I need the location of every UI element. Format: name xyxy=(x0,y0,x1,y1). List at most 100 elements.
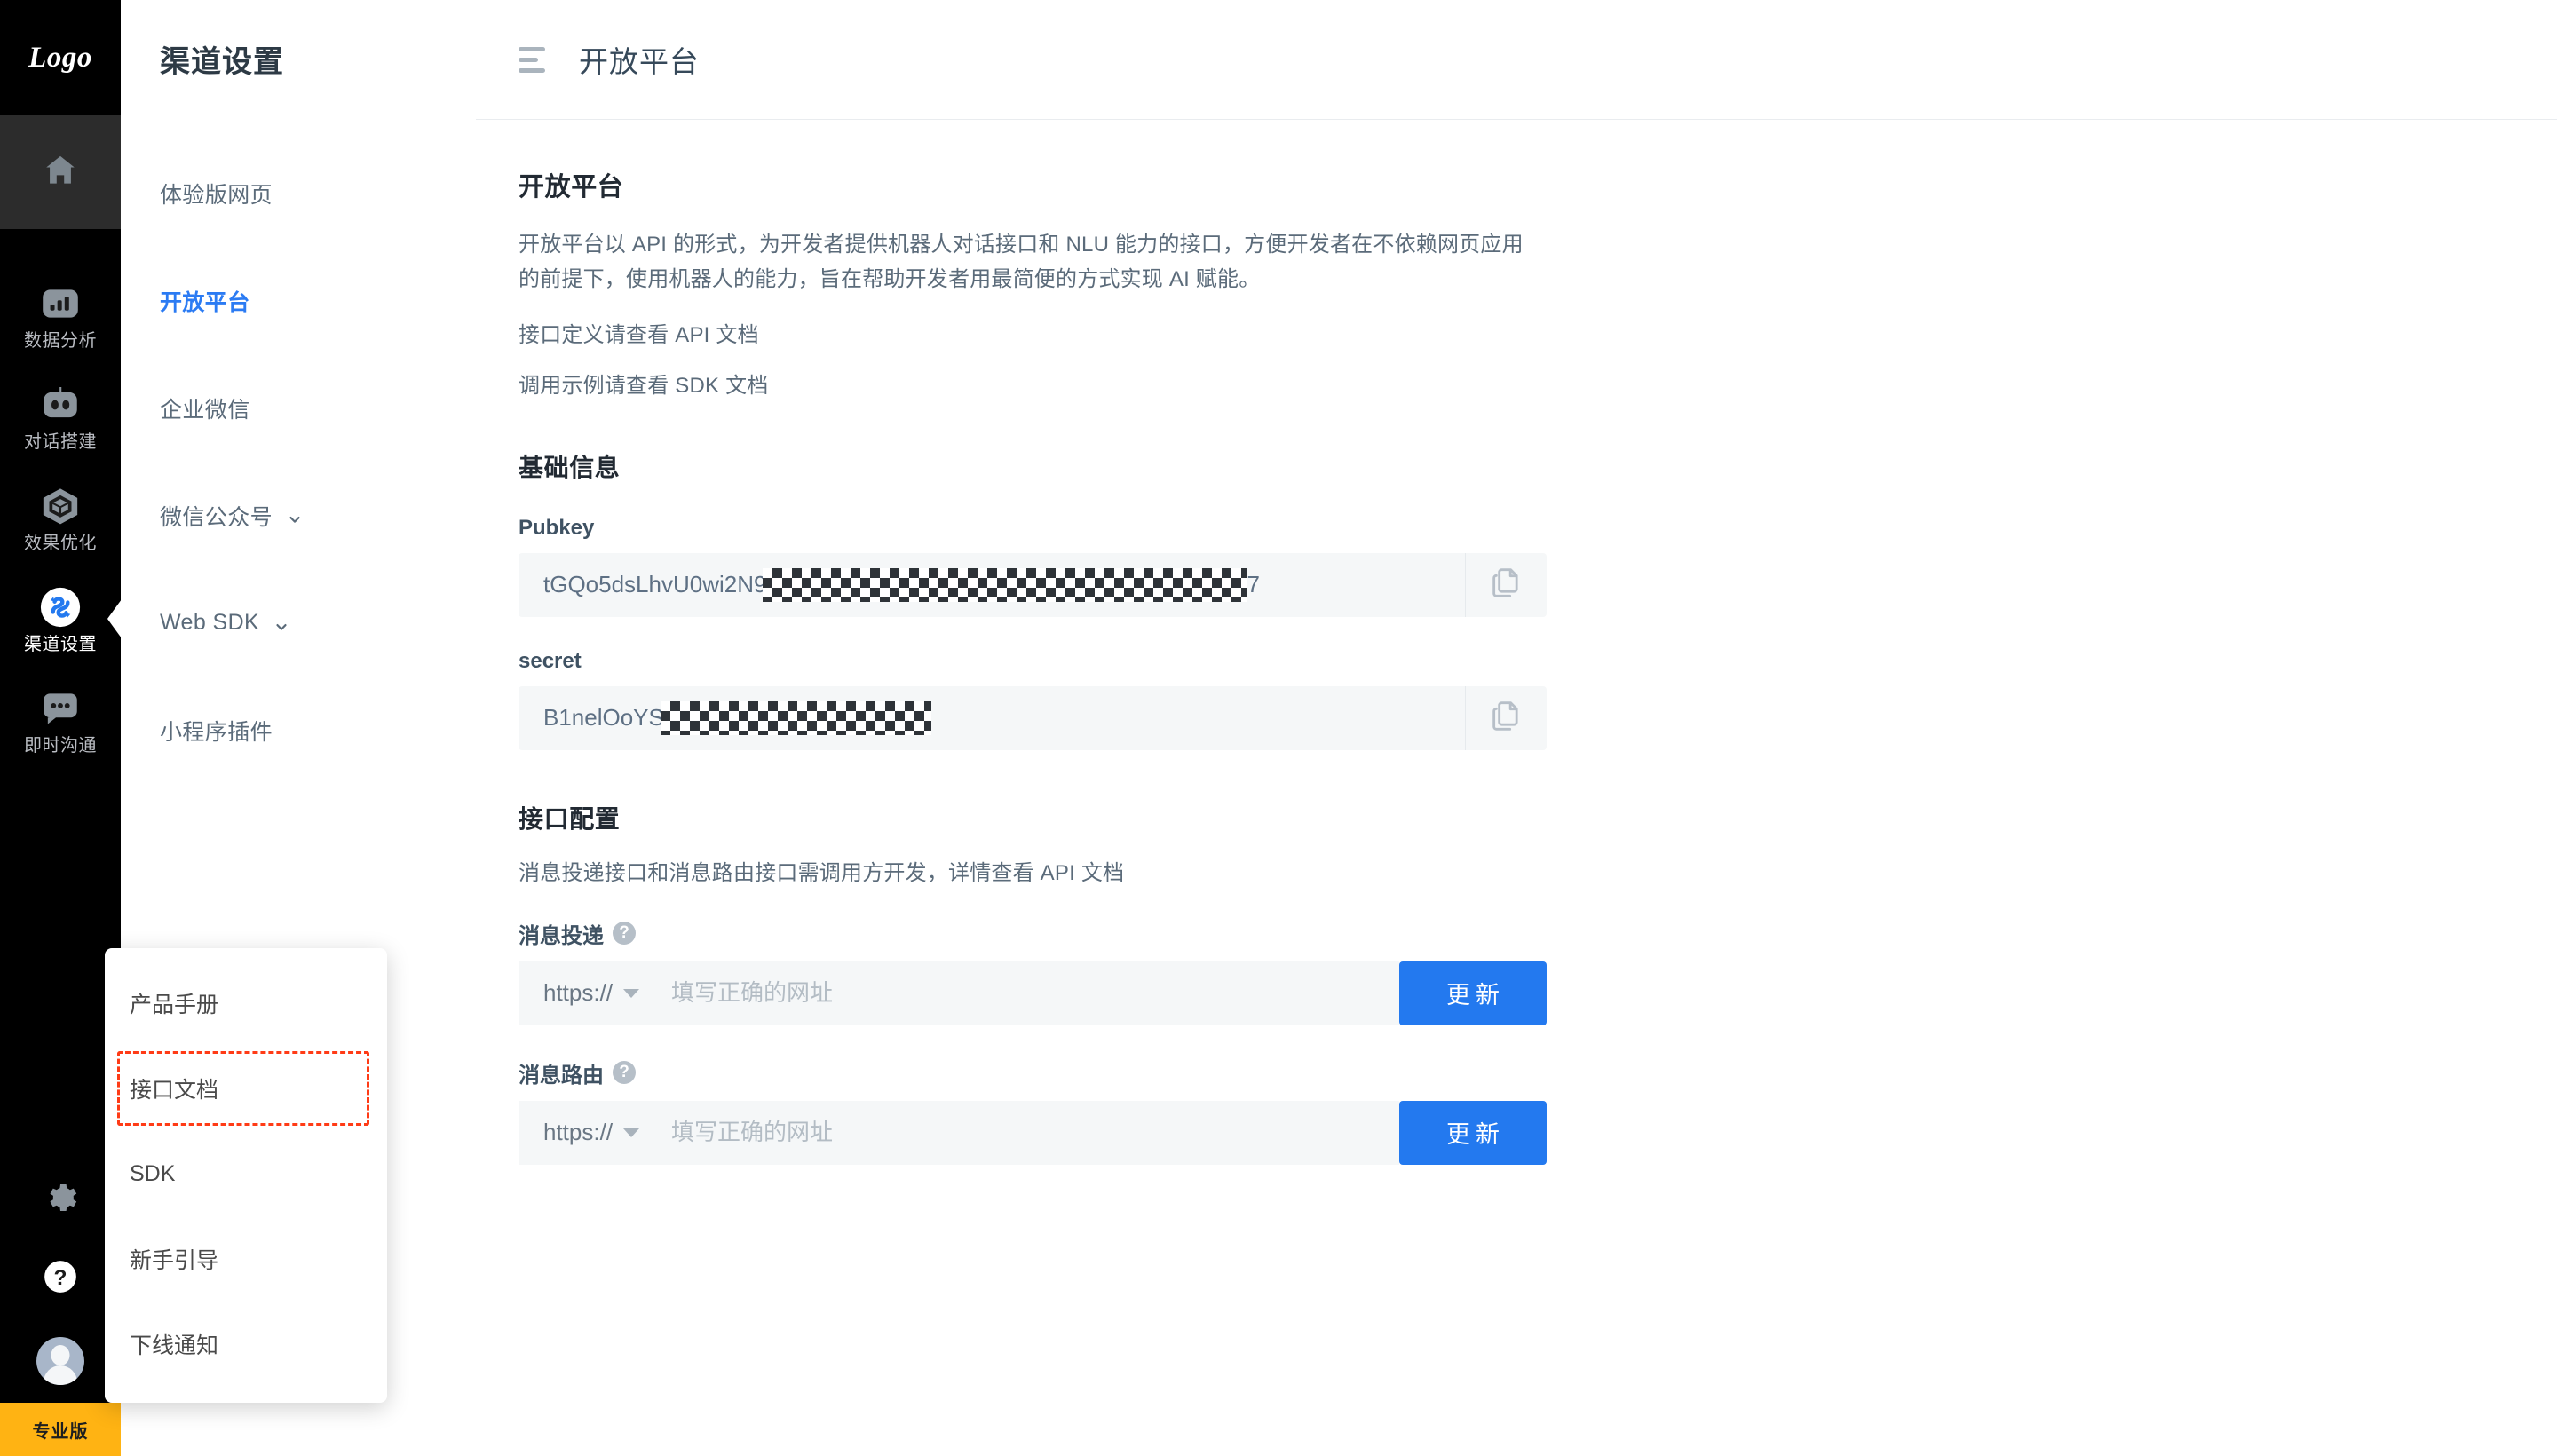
sidebar-item-label: 效果优化 xyxy=(24,533,97,553)
popup-item-beginner-guide[interactable]: 新手引导 xyxy=(105,1216,387,1302)
sidebar-item-instant-chat[interactable]: 即时沟通 xyxy=(0,669,121,771)
message-delivery-input[interactable] xyxy=(655,961,1399,1025)
main-area: 开放平台 开放平台 开放平台以 API 的形式，为开发者提供机器人对话接口和 N… xyxy=(476,0,2557,1456)
update-routing-button[interactable]: 更新 xyxy=(1399,1100,1547,1165)
message-delivery-label-text: 消息投递 xyxy=(519,923,604,948)
popup-item-label: SDK xyxy=(130,1160,176,1186)
nav-items: 数据分析 对话搭建 效果优化 渠道设置 即时沟通 xyxy=(0,229,122,771)
sdk-doc-link-line[interactable]: 调用示例请查看 SDK 文档 xyxy=(519,368,2557,399)
popup-item-label: 产品手册 xyxy=(130,993,219,1017)
sidebar-item-label: 微信公众号 xyxy=(160,504,273,530)
sidebar-item-label: Web SDK xyxy=(160,610,260,635)
top-bar: 开放平台 xyxy=(476,0,2557,120)
sidebar-item-label: 对话搭建 xyxy=(24,431,97,452)
home-icon xyxy=(41,151,80,194)
sidebar-title: 渠道设置 xyxy=(160,45,284,79)
section-heading-open-platform: 开放平台 xyxy=(519,173,624,202)
secret-label: secret xyxy=(519,649,2557,674)
message-routing-input[interactable] xyxy=(655,1100,1399,1165)
app-logo[interactable]: Logo xyxy=(0,0,121,115)
secret-value[interactable]: B1nelOoYS xyxy=(519,686,1465,750)
message-delivery-label: 消息投递 ? xyxy=(519,918,2557,949)
open-platform-description: 开放平台以 API 的形式，为开发者提供机器人对话接口和 NLU 能力的接口，方… xyxy=(519,233,1524,291)
popup-item-label: 新手引导 xyxy=(130,1248,219,1273)
sidebar-item-label: 开放平台 xyxy=(160,289,250,315)
channel-settings-icon xyxy=(38,585,83,629)
sidebar-item-effect-optimize[interactable]: 效果优化 xyxy=(0,467,121,568)
gear-icon[interactable] xyxy=(42,1179,79,1221)
robot-icon xyxy=(38,383,83,427)
pubkey-label-text: Pubkey xyxy=(519,515,595,540)
primary-nav-rail: Logo 数据分析 对话搭建 效果优化 渠道设置 即时沟通 ? 专业版 xyxy=(0,0,122,1456)
pro-version-badge[interactable]: 专业版 xyxy=(0,1403,121,1456)
sidebar-item-label: 体验版网页 xyxy=(160,182,273,208)
sidebar-item-miniprogram-plugin[interactable]: 小程序插件 xyxy=(160,677,476,784)
pubkey-field-row: tGQo5dsLhvU0wi2N9 7 xyxy=(519,552,1547,617)
api-config-description: 消息投递接口和消息路由接口需调用方开发，详情查看 API 文档 xyxy=(519,860,1125,885)
message-routing-row: https:// 更新 xyxy=(519,1100,1547,1165)
secret-label-text: secret xyxy=(519,648,582,673)
sidebar-item-open-platform[interactable]: 开放平台 xyxy=(160,247,476,354)
sidebar-item-label: 企业微信 xyxy=(160,397,250,423)
copy-icon xyxy=(1489,565,1524,605)
pubkey-value-suffix: 7 xyxy=(1247,571,1260,598)
update-delivery-button[interactable]: 更新 xyxy=(1399,961,1547,1025)
avatar[interactable] xyxy=(36,1337,84,1385)
copy-secret-button[interactable] xyxy=(1465,685,1547,750)
chevron-down-icon xyxy=(623,1128,640,1137)
sidebar-item-wechat-official[interactable]: 微信公众号 xyxy=(160,462,476,569)
sidebar-item-trial-webpage[interactable]: 体验版网页 xyxy=(160,139,476,247)
sidebar-item-web-sdk[interactable]: Web SDK xyxy=(160,569,476,677)
message-delivery-row: https:// 更新 xyxy=(519,961,1547,1025)
sidebar-item-label: 即时沟通 xyxy=(24,735,97,756)
message-routing-label-text: 消息路由 xyxy=(519,1063,604,1088)
message-routing-label: 消息路由 ? xyxy=(519,1057,2557,1088)
popup-item-sdk[interactable]: SDK xyxy=(105,1131,387,1216)
help-icon[interactable]: ? xyxy=(613,922,636,946)
nav-home[interactable] xyxy=(0,115,121,229)
help-icon[interactable]: ? xyxy=(613,1061,636,1085)
redaction-mask xyxy=(660,700,931,735)
chevron-down-icon xyxy=(287,508,303,524)
sidebar-item-label: 小程序插件 xyxy=(160,719,273,745)
chevron-down-icon xyxy=(623,988,640,998)
popup-item-api-doc[interactable]: 接口文档 xyxy=(105,1046,387,1131)
secret-value-text: B1nelOoYS xyxy=(543,704,664,732)
protocol-select-delivery[interactable]: https:// xyxy=(519,961,656,1025)
protocol-value: https:// xyxy=(543,1119,614,1146)
popup-item-label: 下线通知 xyxy=(130,1333,219,1358)
chat-bubble-icon xyxy=(38,686,83,731)
section-heading-basic-info: 基础信息 xyxy=(519,453,621,481)
section-heading-api-config: 接口配置 xyxy=(519,804,621,833)
redaction-mask xyxy=(763,567,1247,602)
hamburger-icon[interactable] xyxy=(519,46,545,73)
pubkey-value-text: tGQo5dsLhvU0wi2N9 xyxy=(543,571,767,598)
popup-item-product-manual[interactable]: 产品手册 xyxy=(105,961,387,1046)
sidebar-item-data-analysis[interactable]: 数据分析 xyxy=(0,265,121,366)
sidebar-item-wecom[interactable]: 企业微信 xyxy=(160,354,476,462)
sidebar-item-channel-settings[interactable]: 渠道设置 xyxy=(0,568,122,669)
chevron-down-icon xyxy=(273,615,289,631)
cube-icon xyxy=(38,484,83,528)
active-indicator-arrow xyxy=(107,599,122,638)
svg-text:?: ? xyxy=(54,1266,67,1290)
question-circle-icon[interactable]: ? xyxy=(42,1258,79,1300)
sidebar-item-label: 数据分析 xyxy=(24,330,97,351)
popup-item-offline-notice[interactable]: 下线通知 xyxy=(105,1302,387,1387)
copy-pubkey-button[interactable] xyxy=(1465,552,1547,617)
sidebar-item-dialog-build[interactable]: 对话搭建 xyxy=(0,366,121,467)
pubkey-label: Pubkey xyxy=(519,516,2557,541)
app-root: Logo 数据分析 对话搭建 效果优化 渠道设置 即时沟通 ? 专业版 产品手册… xyxy=(0,0,2557,1456)
pubkey-value[interactable]: tGQo5dsLhvU0wi2N9 7 xyxy=(519,553,1465,617)
content-body: 开放平台 开放平台以 API 的形式，为开发者提供机器人对话接口和 NLU 能力… xyxy=(476,120,2557,1165)
bar-chart-icon xyxy=(38,281,83,326)
sidebar-item-label: 渠道设置 xyxy=(24,634,97,654)
sidebar-menu: 体验版网页 开放平台 企业微信 微信公众号 Web SDK 小程序插件 xyxy=(160,139,476,784)
copy-icon xyxy=(1489,698,1524,738)
help-popup-menu: 产品手册 接口文档 SDK 新手引导 下线通知 xyxy=(105,948,387,1403)
protocol-value: https:// xyxy=(543,979,614,1007)
page-title: 开放平台 xyxy=(579,45,700,78)
api-doc-link-line[interactable]: 接口定义请查看 API 文档 xyxy=(519,317,2557,348)
protocol-select-routing[interactable]: https:// xyxy=(519,1100,656,1165)
rail-bottom-actions: ? xyxy=(0,1179,121,1385)
